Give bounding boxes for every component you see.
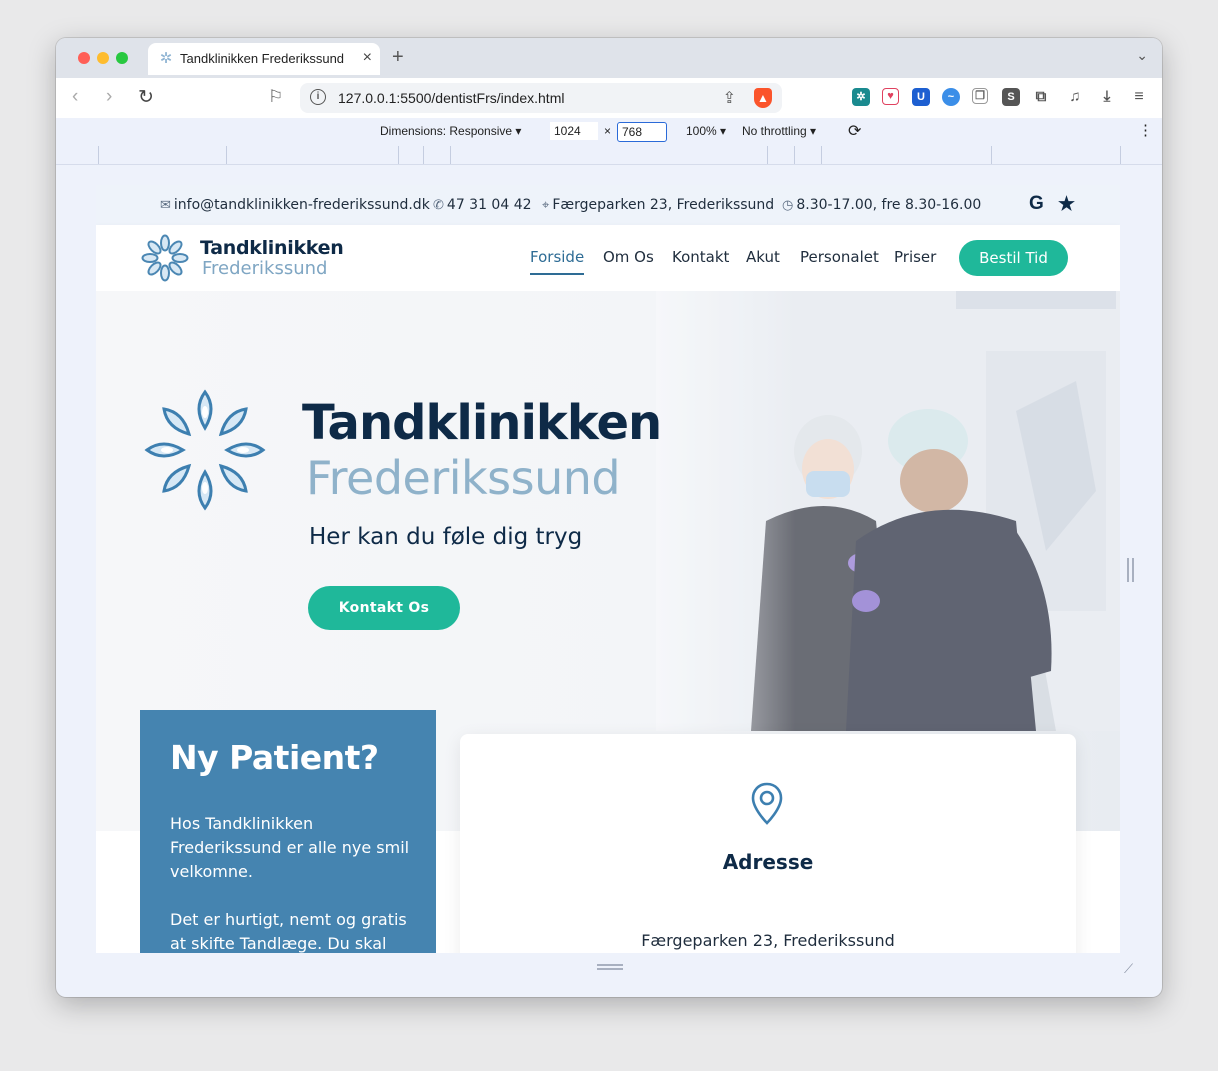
- nav-priser[interactable]: Priser: [894, 248, 936, 266]
- browser-toolbar: ‹ › ↻ ⚐ i 127.0.0.1:5500/dentistFrs/inde…: [56, 78, 1162, 118]
- contact-topbar: ✉ info@tandklinikken-frederikssund.dk ✆ 47…: [96, 185, 1120, 225]
- rotate-icon[interactable]: ⟳: [848, 121, 861, 141]
- clinic-logo-large-icon: [144, 389, 266, 511]
- address-link[interactable]: ⌖ Færgeparken 23, Frederikssund: [542, 197, 774, 213]
- mail-icon: ✉: [160, 198, 171, 213]
- music-icon[interactable]: ♫: [1066, 88, 1084, 106]
- maximize-window-button[interactable]: [116, 52, 128, 64]
- google-icon[interactable]: G: [1029, 193, 1044, 215]
- media-query-ruler[interactable]: [56, 146, 1162, 165]
- phone-icon: ✆: [433, 198, 444, 213]
- clinic-logo-icon[interactable]: [140, 233, 190, 283]
- url-text[interactable]: 127.0.0.1:5500/dentistFrs/index.html: [338, 90, 564, 106]
- address-bar[interactable]: i 127.0.0.1:5500/dentistFrs/index.html ⇪…: [300, 83, 782, 113]
- hero-subtitle: Frederikssund: [306, 451, 621, 505]
- map-pin-icon: [751, 782, 783, 825]
- tab-title: Tandklinikken Frederikssund: [180, 51, 345, 66]
- hero-tagline: Her kan du føle dig tryg: [309, 524, 583, 550]
- copy-icon[interactable]: ❐: [972, 88, 988, 104]
- logo-name[interactable]: Tandklinikken: [200, 237, 344, 259]
- browser-tab[interactable]: ✲ Tandklinikken Frederikssund ×: [148, 43, 380, 75]
- contact-us-button[interactable]: Kontakt Os: [308, 586, 460, 630]
- hero-title: Tandklinikken: [302, 395, 662, 451]
- new-patient-heading: Ny Patient?: [170, 738, 379, 777]
- brave-shields-icon[interactable]: ▲: [754, 88, 772, 108]
- email-link[interactable]: ✉ info@tandklinikken-frederikssund.dk: [160, 197, 430, 213]
- width-input[interactable]: 1024: [550, 122, 598, 140]
- favicon-icon: ✲: [159, 50, 173, 67]
- address-title: Adresse: [722, 850, 814, 874]
- new-patient-text: Hos Tandklinikken Frederikssund er alle …: [170, 814, 410, 881]
- new-patient-text-2: Det er hurtigt, nemt og gratis at skifte…: [170, 910, 407, 953]
- pocket-icon[interactable]: ♥: [882, 88, 899, 105]
- nav-kontakt[interactable]: Kontakt: [672, 248, 729, 266]
- tab-list-chevron-icon[interactable]: ⌄: [1136, 47, 1148, 64]
- extension-icon[interactable]: ✲: [852, 88, 870, 106]
- nav-om-os[interactable]: Om Os: [603, 248, 654, 266]
- times-symbol: ×: [604, 124, 612, 138]
- share-icon[interactable]: ⇪: [723, 88, 736, 108]
- logo-location[interactable]: Frederikssund: [202, 258, 327, 279]
- nav-akut[interactable]: Akut: [746, 248, 780, 266]
- forward-button[interactable]: ›: [106, 86, 112, 108]
- address-text: Færgeparken 23, Frederikssund: [641, 931, 895, 950]
- back-button[interactable]: ‹: [72, 86, 78, 108]
- bookmark-icon[interactable]: ⚐: [268, 87, 283, 107]
- height-input[interactable]: 768: [617, 122, 667, 142]
- throttling-dropdown[interactable]: No throttling ▾: [742, 124, 816, 138]
- menu-icon[interactable]: ≡: [1130, 88, 1148, 106]
- extension-icon[interactable]: S: [1002, 88, 1020, 106]
- address-card: Adresse Færgeparken 23, Frederikssund: [460, 734, 1076, 953]
- page-viewport: ✉ info@tandklinikken-frederikssund.dk ✆ 47…: [96, 185, 1120, 953]
- viewport-resize-handle[interactable]: ⟋: [56, 953, 1162, 997]
- tab-bar: ✲ Tandklinikken Frederikssund × + ⌄: [56, 38, 1162, 78]
- site-info-icon[interactable]: i: [310, 89, 326, 105]
- extension-icon[interactable]: ~: [942, 88, 960, 106]
- bitwarden-icon[interactable]: U: [912, 88, 930, 106]
- download-icon[interactable]: ⤓: [1098, 88, 1116, 106]
- phone-link[interactable]: ✆ 47 31 04 42: [433, 197, 532, 213]
- dimensions-dropdown[interactable]: Dimensions: Responsive ▾: [380, 124, 521, 138]
- more-options-icon[interactable]: ⋮: [1138, 121, 1153, 139]
- puzzle-icon[interactable]: ⧉: [1032, 88, 1050, 106]
- new-tab-button[interactable]: +: [392, 46, 404, 69]
- clock-icon: ◷: [782, 198, 794, 213]
- nav-personalet[interactable]: Personalet: [800, 248, 879, 266]
- dentists-photo: [656, 291, 1120, 731]
- corner-resize-icon[interactable]: ⟋: [1124, 961, 1133, 977]
- star-icon[interactable]: ★: [1058, 193, 1075, 216]
- nav-forside[interactable]: Forside: [530, 248, 585, 275]
- browser-window: ✲ Tandklinikken Frederikssund × + ⌄ ‹ › …: [56, 38, 1162, 997]
- close-window-button[interactable]: [78, 52, 90, 64]
- new-patient-panel: Ny Patient? Hos Tandklinikken Frederikss…: [140, 710, 436, 953]
- responsive-toolbar: Dimensions: Responsive ▾ 1024 × 768 100%…: [56, 118, 1162, 147]
- tab-close-button[interactable]: ×: [363, 49, 372, 67]
- side-resize-handle[interactable]: [1127, 558, 1134, 582]
- reload-button[interactable]: ↻: [138, 86, 154, 109]
- opening-hours: ◷ 8.30-17.00, fre 8.30-16.00: [782, 197, 982, 213]
- book-appointment-button[interactable]: Bestil Tid: [959, 240, 1068, 276]
- site-header: Tandklinikken Frederikssund Forside Om O…: [96, 225, 1120, 291]
- minimize-window-button[interactable]: [97, 52, 109, 64]
- zoom-dropdown[interactable]: 100% ▾: [686, 124, 726, 138]
- map-pin-icon: ⌖: [542, 198, 550, 213]
